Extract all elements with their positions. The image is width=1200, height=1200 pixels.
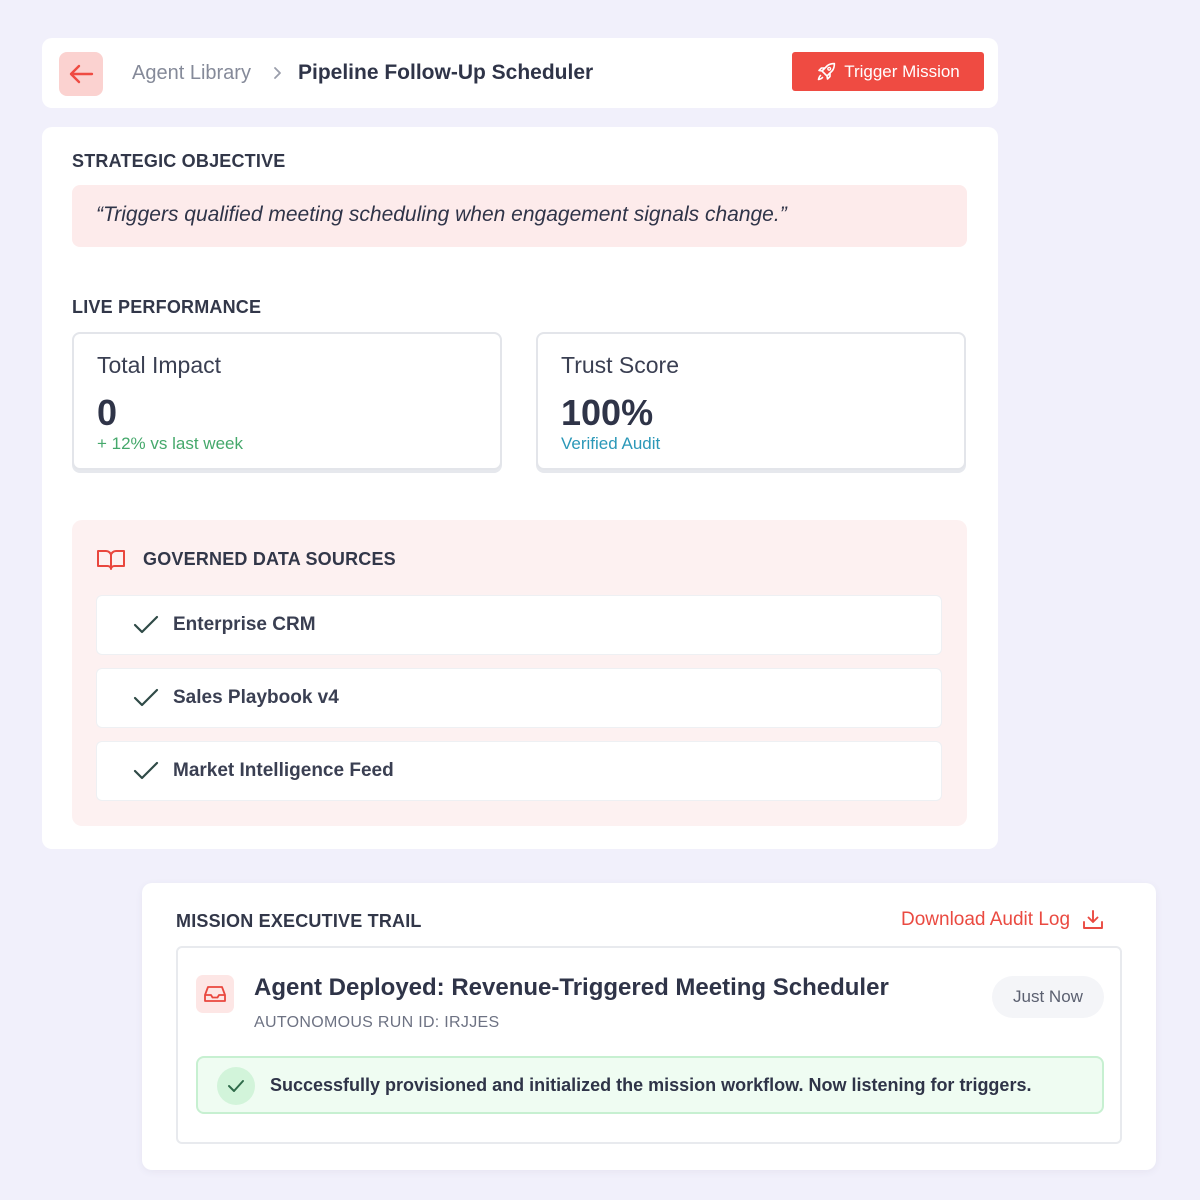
chevron-right-icon [274, 67, 281, 79]
performance-title: LIVE PERFORMANCE [72, 297, 262, 317]
metric-label: Trust Score [561, 352, 680, 378]
data-source-item: Market Intelligence Feed [96, 741, 942, 801]
objective-title: STRATEGIC OBJECTIVE [72, 151, 286, 171]
data-source-item: Sales Playbook v4 [96, 668, 942, 728]
trigger-mission-label: Trigger Mission [844, 61, 960, 81]
data-source-item: Enterprise CRM [96, 595, 942, 655]
event-title: Agent Deployed: Revenue-Triggered Meetin… [254, 974, 889, 1001]
data-source-label: Market Intelligence Feed [173, 760, 394, 781]
event-icon-badge [196, 975, 234, 1013]
check-icon [133, 688, 159, 707]
metric-trend: + 12% vs last week [97, 434, 243, 453]
inbox-icon [204, 986, 226, 1002]
download-audit-log-link[interactable]: Download Audit Log [901, 909, 1104, 931]
check-icon [133, 761, 159, 780]
metric-card-total-impact: Total Impact 0 + 12% vs last week [72, 332, 502, 470]
check-icon [133, 615, 159, 634]
book-open-icon [97, 550, 125, 570]
data-source-label: Sales Playbook v4 [173, 687, 339, 708]
event-run-id: AUTONOMOUS RUN ID: IRJJES [254, 1014, 500, 1031]
download-audit-log-label: Download Audit Log [901, 909, 1071, 930]
back-button[interactable] [59, 52, 103, 96]
mission-trail-title: MISSION EXECUTIVE TRAIL [176, 911, 422, 931]
header-bar: Agent Library Pipeline Follow-Up Schedul… [42, 38, 998, 108]
page-title: Pipeline Follow-Up Scheduler [298, 61, 594, 84]
metric-value: 0 [97, 392, 118, 433]
rocket-icon [817, 62, 836, 80]
arrow-left-icon [69, 64, 94, 84]
success-text: Successfully provisioned and initialized… [270, 1075, 1032, 1095]
metric-label: Total Impact [97, 352, 221, 378]
event-timestamp-badge: Just Now [992, 976, 1104, 1018]
metric-card-trust-score: Trust Score 100% Verified Audit [536, 332, 966, 470]
data-source-label: Enterprise CRM [173, 614, 316, 635]
success-message: Successfully provisioned and initialized… [196, 1056, 1104, 1114]
data-sources-panel: GOVERNED DATA SOURCES Enterprise CRM Sal… [72, 520, 967, 826]
agent-detail-card: STRATEGIC OBJECTIVE “Triggers qualified … [42, 127, 998, 849]
metric-audit-status: Verified Audit [561, 434, 661, 453]
objective-quote: “Triggers qualified meeting scheduling w… [72, 185, 967, 247]
download-icon [1083, 910, 1103, 929]
metric-value: 100% [561, 392, 654, 433]
check-icon [228, 1080, 244, 1092]
success-icon-badge [217, 1067, 255, 1105]
breadcrumb-parent-link[interactable]: Agent Library [132, 62, 251, 85]
mission-trail-card: MISSION EXECUTIVE TRAIL Download Audit L… [142, 883, 1156, 1170]
trigger-mission-button[interactable]: Trigger Mission [792, 52, 984, 91]
trail-event: Agent Deployed: Revenue-Triggered Meetin… [176, 946, 1122, 1144]
data-sources-title: GOVERNED DATA SOURCES [143, 549, 396, 569]
